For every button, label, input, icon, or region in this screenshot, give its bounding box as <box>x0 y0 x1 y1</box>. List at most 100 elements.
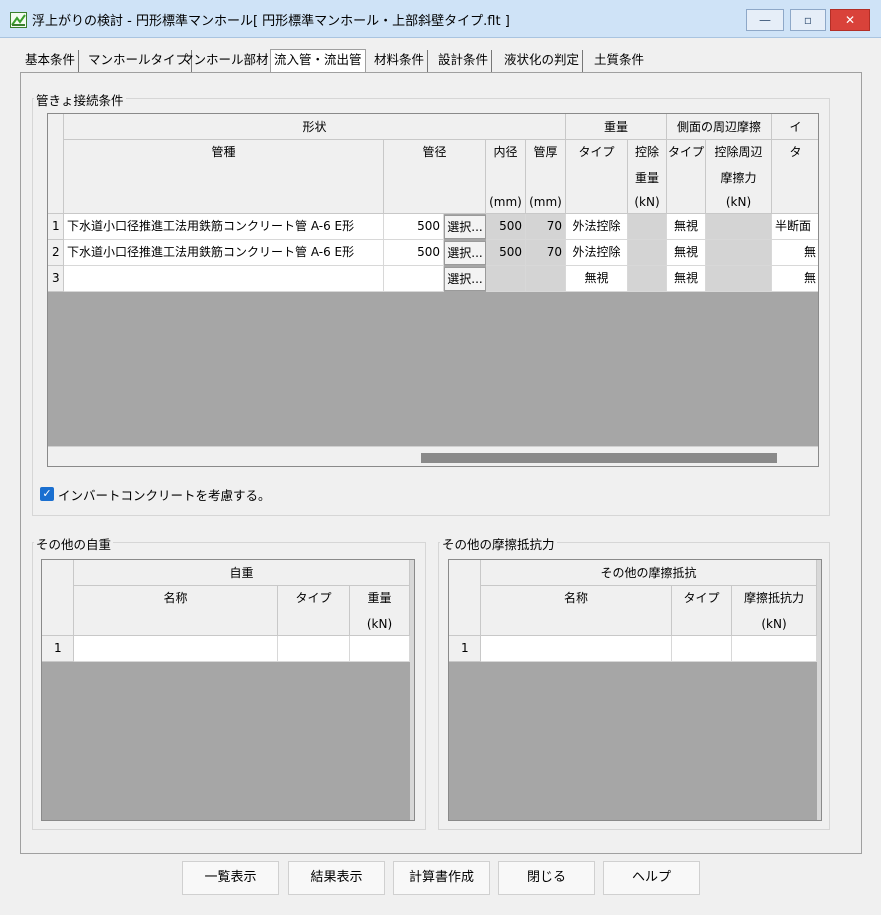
cell-weight-type[interactable]: 外法控除 <box>566 214 628 240</box>
header-type: タイプ <box>672 586 732 636</box>
cell-pipe-diameter[interactable]: 500 <box>384 214 444 240</box>
header-pipe-diameter: 管径 <box>384 140 486 214</box>
cell-pipe-diameter[interactable] <box>384 266 444 292</box>
cell-friction-deduct <box>706 240 772 266</box>
cell-weight[interactable] <box>350 636 410 662</box>
header-name: 名称 <box>74 586 278 636</box>
cell-friction-type[interactable]: 無視 <box>667 240 706 266</box>
select-pipe-button[interactable]: 選択... <box>444 267 486 291</box>
cell-inner-diameter: 500 <box>486 214 526 240</box>
pipe-grid[interactable]: 形状 重量 側面の周辺摩擦 イ 管種 管径 内径 (mm) 管厚 (mm) タイ… <box>47 113 819 467</box>
header-invert: イ <box>772 114 818 140</box>
cell-friction-type[interactable]: 無視 <box>667 214 706 240</box>
grid-corner <box>449 560 481 636</box>
tab-manhole-members[interactable]: マンホール部材 <box>178 50 273 72</box>
cell-friction-deduct <box>706 214 772 240</box>
header-self-weight: 自重 <box>74 560 410 586</box>
header-name: 名称 <box>481 586 672 636</box>
cell-invert-type[interactable]: 無 <box>772 266 818 292</box>
cell-friction-force[interactable] <box>732 636 817 662</box>
close-button[interactable]: 閉じる <box>498 861 595 895</box>
cell-pipe-type[interactable]: 下水道小口径推進工法用鉄筋コンクリート管 A-6 E形 <box>64 240 384 266</box>
cell-type[interactable] <box>672 636 732 662</box>
result-view-button[interactable]: 結果表示 <box>288 861 385 895</box>
cell-thickness: 70 <box>526 214 566 240</box>
cell-thickness: 70 <box>526 240 566 266</box>
tab-basic-conditions[interactable]: 基本条件 <box>22 50 80 72</box>
invert-concrete-checkbox[interactable]: ✓ <box>40 487 54 501</box>
vertical-scrollbar[interactable] <box>817 560 821 820</box>
maximize-button[interactable]: ▫ <box>790 9 826 31</box>
select-pipe-button[interactable]: 選択... <box>444 241 486 265</box>
header-inner-diameter: 内径 <box>486 140 526 190</box>
friction-grid[interactable]: その他の摩擦抵抗 名称 タイプ 摩擦抵抗力 (kN) 1 <box>448 559 822 821</box>
horizontal-scrollbar[interactable] <box>48 446 818 466</box>
cell-invert-type[interactable]: 無 <box>772 240 818 266</box>
cell-deduct-weight <box>628 240 667 266</box>
minimize-button[interactable]: — <box>746 9 784 31</box>
header-friction-force: 摩擦抵抗力 <box>732 586 817 612</box>
cell-deduct-weight <box>628 214 667 240</box>
grid-corner <box>42 560 74 636</box>
cell-invert-type[interactable]: 半断面 <box>772 214 818 240</box>
cell-weight-type[interactable]: 外法控除 <box>566 240 628 266</box>
cell-pipe-type[interactable] <box>64 266 384 292</box>
header-deduct-2: 重量 <box>628 166 667 190</box>
cell-friction-type[interactable]: 無視 <box>667 266 706 292</box>
select-pipe-button[interactable]: 選択... <box>444 215 486 239</box>
row-number: 1 <box>42 636 74 662</box>
scrollbar-thumb[interactable] <box>421 453 777 463</box>
header-friction-deduct-2: 摩擦力 <box>706 166 772 190</box>
window-title: 浮上がりの検討 - 円形標準マンホール[ 円形標準マンホール・上部斜壁タイプ.f… <box>32 14 510 29</box>
tab-inflow-outflow-pipe[interactable]: 流入管・流出管 <box>270 49 366 73</box>
header-friction: その他の摩擦抵抗 <box>481 560 817 586</box>
cell-inner-diameter: 500 <box>486 240 526 266</box>
header-pipe-type: 管種 <box>64 140 384 214</box>
cell-thickness <box>526 266 566 292</box>
grid-corner <box>48 114 64 214</box>
cell-pipe-type[interactable]: 下水道小口径推進工法用鉄筋コンクリート管 A-6 E形 <box>64 214 384 240</box>
header-weight-type: タイプ <box>566 140 628 214</box>
header-invert-type: タ <box>772 140 818 214</box>
header-deduct-unit: (kN) <box>628 190 667 214</box>
header-friction-type: タイプ <box>667 140 706 214</box>
header-inner-unit: (mm) <box>486 190 526 214</box>
header-shape: 形状 <box>64 114 566 140</box>
tab-design-conditions[interactable]: 設計条件 <box>435 50 493 72</box>
header-weight: 重量 <box>566 114 667 140</box>
vertical-scrollbar[interactable] <box>410 560 414 820</box>
help-button[interactable]: ヘルプ <box>603 861 700 895</box>
friction-label: その他の摩擦抵抗力 <box>440 534 557 553</box>
close-window-button[interactable]: ✕ <box>830 9 870 31</box>
cell-friction-deduct <box>706 266 772 292</box>
invert-concrete-label: インバートコンクリートを考慮する。 <box>58 488 271 503</box>
tab-liquefaction[interactable]: 液状化の判定 <box>501 50 584 72</box>
list-view-button[interactable]: 一覧表示 <box>182 861 279 895</box>
header-deduct-1: 控除 <box>628 140 667 166</box>
self-weight-grid[interactable]: 自重 名称 タイプ 重量 (kN) 1 <box>41 559 415 821</box>
cell-name[interactable] <box>481 636 672 662</box>
header-type: タイプ <box>278 586 350 636</box>
pipe-connection-label: 管きょ接続条件 <box>34 90 126 109</box>
tab-soil-conditions[interactable]: 土質条件 <box>591 50 647 72</box>
row-number: 3 <box>48 266 64 292</box>
app-icon <box>10 12 27 28</box>
header-thickness-unit: (mm) <box>526 190 566 214</box>
cell-inner-diameter <box>486 266 526 292</box>
cell-pipe-diameter[interactable]: 500 <box>384 240 444 266</box>
self-weight-label: その他の自重 <box>34 534 114 553</box>
cell-deduct-weight <box>628 266 667 292</box>
header-weight: 重量 <box>350 586 410 612</box>
tab-material-conditions[interactable]: 材料条件 <box>371 50 429 72</box>
cell-type[interactable] <box>278 636 350 662</box>
row-number: 1 <box>449 636 481 662</box>
header-friction-deduct-1: 控除周辺 <box>706 140 772 166</box>
header-weight-unit: (kN) <box>350 612 410 636</box>
cell-name[interactable] <box>74 636 278 662</box>
create-report-button[interactable]: 計算書作成 <box>393 861 490 895</box>
tab-manhole-type[interactable]: マンホールタイプ <box>85 50 193 72</box>
row-number: 1 <box>48 214 64 240</box>
cell-weight-type[interactable]: 無視 <box>566 266 628 292</box>
header-friction-unit: (kN) <box>706 190 772 214</box>
row-number: 2 <box>48 240 64 266</box>
